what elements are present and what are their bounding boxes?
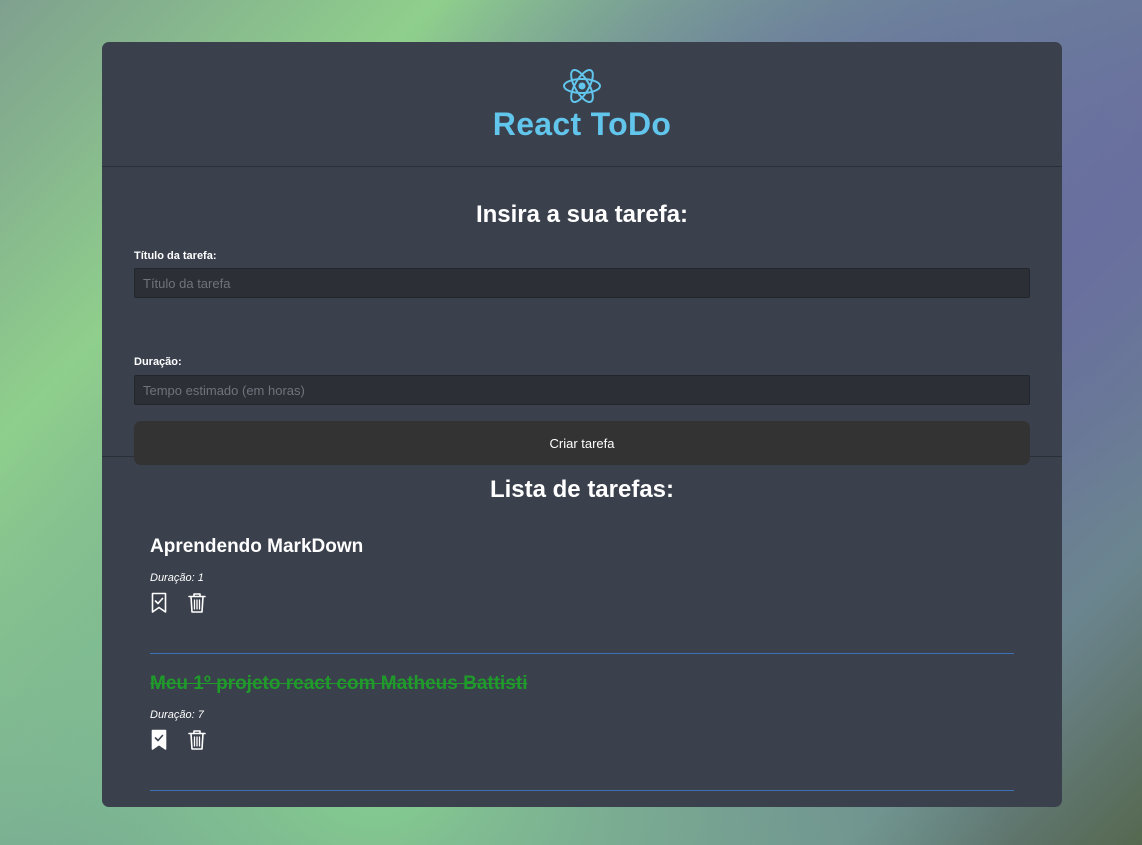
todo-card: React ToDo Insira a sua tarefa: Título d… [102, 42, 1062, 807]
title-input[interactable] [134, 268, 1030, 298]
app-header: React ToDo [102, 42, 1062, 167]
task-item: Meu 1º projeto react com Matheus Battist… [150, 673, 1014, 791]
task-duration: Duração: 7 [150, 709, 204, 721]
list-heading: Lista de tarefas: [489, 476, 675, 503]
react-atom-icon [563, 69, 601, 103]
duration-label: Duração: [134, 356, 182, 368]
task-duration: Duração: 1 [150, 572, 204, 584]
bookmark-check-icon[interactable] [150, 592, 168, 614]
bookmark-check-filled-icon[interactable] [150, 729, 168, 751]
task-title: Meu 1º projeto react com Matheus Battist… [150, 673, 528, 694]
task-item: Aprendendo MarkDown Duração: 1 [150, 536, 1014, 654]
task-actions [150, 592, 206, 614]
trash-icon[interactable] [188, 592, 206, 614]
task-title: Aprendendo MarkDown [150, 536, 364, 557]
title-label: Título da tarefa: [134, 250, 217, 262]
task-list-section: Lista de tarefas: Aprendendo MarkDown Du… [102, 458, 1062, 807]
task-form: Insira a sua tarefa: Título da tarefa: D… [102, 168, 1062, 465]
form-heading: Insira a sua tarefa: [475, 201, 689, 228]
app-title: React ToDo [492, 106, 672, 142]
task-actions [150, 729, 206, 751]
trash-icon[interactable] [188, 729, 206, 751]
duration-input[interactable] [134, 375, 1030, 405]
